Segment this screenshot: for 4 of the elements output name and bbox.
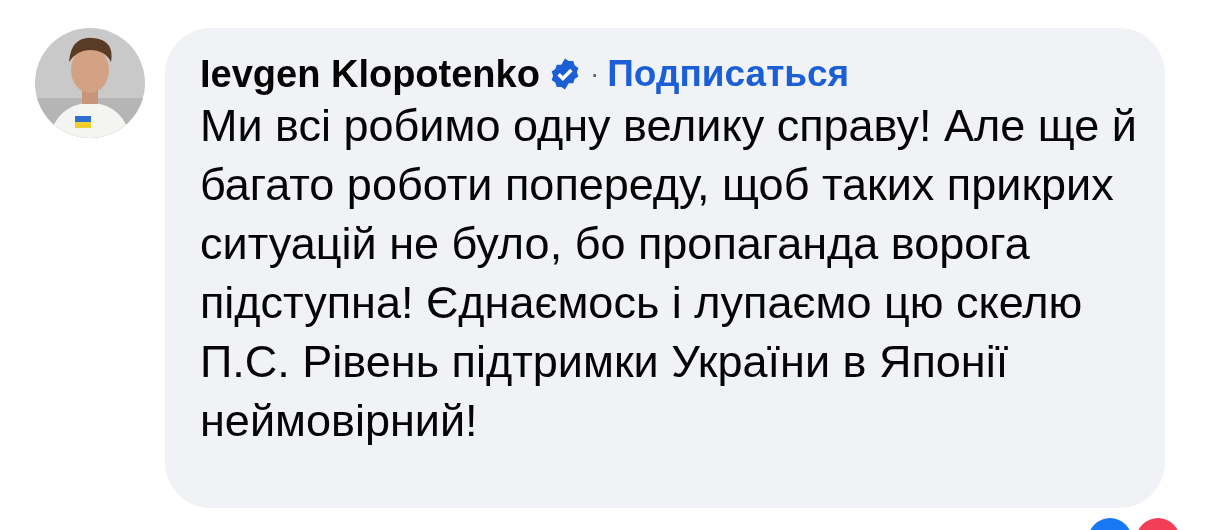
comment-text: Ми всі робимо одну велику справу! Але ще й багато роботи попереду, щоб таких прикрих ситуацій не було, бо пропаганда ворога підступна! Єднаємось і лупаємо цю скелю П.С. Рівень підтримки України в Японії неймовірний!: [200, 99, 1138, 448]
author-name[interactable]: Ievgen Klopotenko: [200, 52, 540, 96]
separator: ·: [589, 57, 600, 91]
follow-link[interactable]: Подписаться: [607, 54, 850, 94]
